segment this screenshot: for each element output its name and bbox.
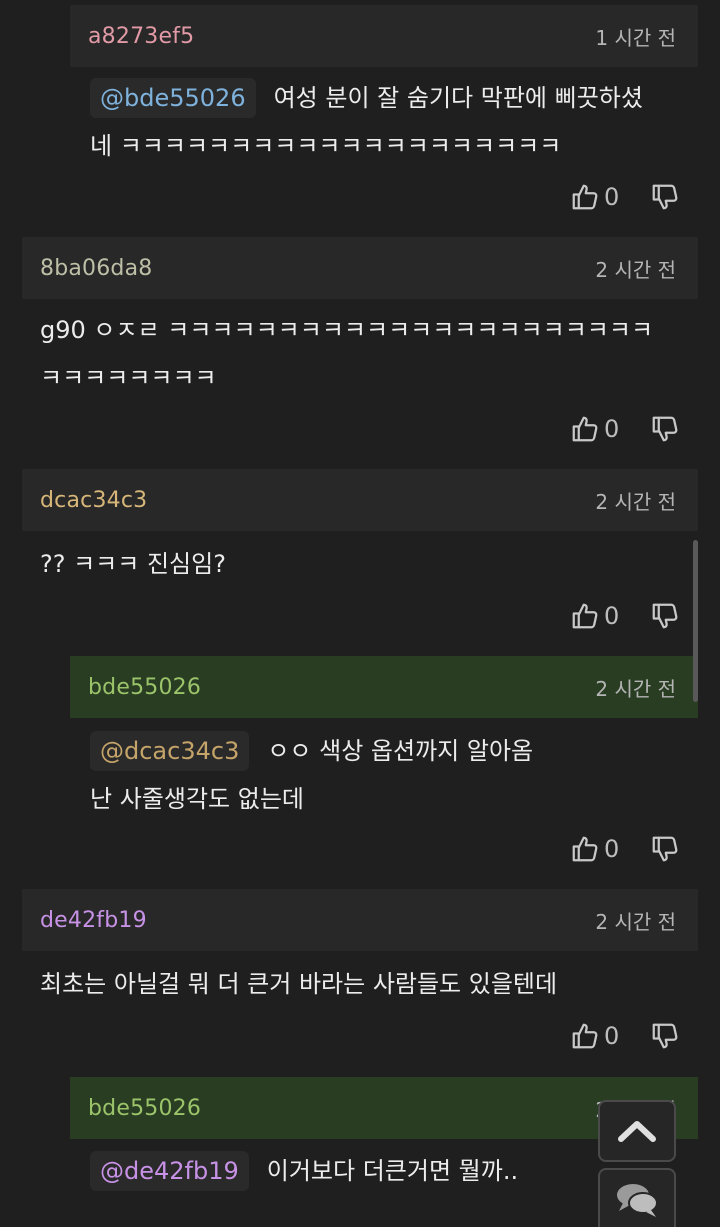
comment-author[interactable]: bde55026 — [88, 1096, 201, 1121]
thumbs-down-icon[interactable] — [650, 182, 680, 212]
thumbs-down-icon[interactable] — [650, 601, 680, 631]
mention-tag[interactable]: @de42fb19 — [90, 1151, 249, 1191]
like-count: 0 — [604, 415, 620, 443]
comment-header: 8ba06da8 2 시간 전 — [22, 237, 698, 299]
comment-body: @dcac34c3 ㅇㅇ 색상 옵션까지 알아옴 난 사줄생각도 없는데 — [90, 727, 533, 823]
comment-header: dcac34c3 2 시간 전 — [22, 469, 698, 531]
reply-header: bde55026 2 시간 전 — [70, 656, 698, 718]
chevron-up-icon — [617, 1119, 657, 1143]
vote-bar: 0 — [570, 177, 680, 217]
thumbs-down-icon[interactable] — [650, 1021, 680, 1051]
comment-author[interactable]: a8273ef5 — [88, 24, 194, 49]
like-count: 0 — [604, 835, 620, 863]
comment-header: a8273ef5 1 시간 전 — [70, 5, 698, 67]
comment-text: ㅋㅋㅋㅋㅋㅋㅋㅋ — [40, 364, 217, 392]
comment-text: 여성 분이 잘 숨기다 막판에 삐끗하셨 — [273, 84, 643, 112]
thumbs-up-icon[interactable] — [570, 601, 600, 631]
thumbs-down-icon[interactable] — [650, 414, 680, 444]
like-count: 0 — [604, 602, 620, 630]
comment-header: de42fb19 2 시간 전 — [22, 889, 698, 951]
comment-text: 네 ㅋㅋㅋㅋㅋㅋㅋㅋㅋㅋㅋㅋㅋㅋㅋㅋㅋㅋㅋㅋ — [90, 132, 562, 160]
thumbs-up-icon[interactable] — [570, 414, 600, 444]
comment-body: ?? ㅋㅋㅋ 진심임? — [40, 540, 226, 588]
vote-bar: 0 — [570, 596, 680, 636]
comment-body: g90 ㅇㅈㄹ ㅋㅋㅋㅋㅋㅋㅋㅋㅋㅋㅋㅋㅋㅋㅋㅋㅋㅋㅋㅋㅋㅋ ㅋㅋㅋㅋㅋㅋㅋㅋ — [40, 306, 653, 402]
comment-time: 1 시간 전 — [595, 25, 676, 50]
thumbs-down-icon[interactable] — [650, 834, 680, 864]
comment-body: 최초는 아닐걸 뭐 더 큰거 바라는 사람들도 있을텐데 — [40, 960, 557, 1008]
scrollbar[interactable] — [693, 540, 698, 702]
comment-text: 최초는 아닐걸 뭐 더 큰거 바라는 사람들도 있을텐데 — [40, 970, 558, 998]
comment-time: 2 시간 전 — [595, 257, 676, 282]
comment-time: 2 시간 전 — [595, 676, 676, 701]
comment-text: ?? ㅋㅋㅋ 진심임? — [40, 550, 226, 578]
comment-author[interactable]: bde55026 — [88, 675, 201, 700]
mention-tag[interactable]: @bde55026 — [90, 78, 256, 118]
comment-time: 2 시간 전 — [595, 909, 676, 934]
mention-tag[interactable]: @dcac34c3 — [90, 731, 250, 771]
comment-body: @de42fb19 이거보다 더큰거면 뭘까.. — [90, 1147, 518, 1195]
scroll-top-button[interactable] — [598, 1100, 676, 1162]
comment-time: 2 시간 전 — [595, 489, 676, 514]
comment-author[interactable]: 8ba06da8 — [40, 256, 152, 281]
like-count: 0 — [604, 1022, 620, 1050]
comment-text: 난 사줄생각도 없는데 — [90, 785, 304, 813]
like-count: 0 — [604, 183, 620, 211]
thumbs-up-icon[interactable] — [570, 834, 600, 864]
chat-bubbles-icon — [613, 1179, 661, 1219]
comment-author[interactable]: dcac34c3 — [40, 488, 147, 513]
comment-text: g90 ㅇㅈㄹ ㅋㅋㅋㅋㅋㅋㅋㅋㅋㅋㅋㅋㅋㅋㅋㅋㅋㅋㅋㅋㅋㅋ — [40, 316, 654, 344]
comment-text: 이거보다 더큰거면 뭘까.. — [266, 1157, 519, 1185]
comment-text: ㅇㅇ 색상 옵션까지 알아옴 — [267, 737, 534, 765]
chat-button[interactable] — [598, 1168, 676, 1227]
thumbs-up-icon[interactable] — [570, 182, 600, 212]
comment-author[interactable]: de42fb19 — [40, 908, 147, 933]
comment-body: @bde55026 여성 분이 잘 숨기다 막판에 삐끗하셨 네 ㅋㅋㅋㅋㅋㅋㅋㅋ… — [90, 74, 643, 170]
vote-bar: 0 — [570, 829, 680, 869]
thumbs-up-icon[interactable] — [570, 1021, 600, 1051]
vote-bar: 0 — [570, 1016, 680, 1056]
vote-bar: 0 — [570, 409, 680, 449]
